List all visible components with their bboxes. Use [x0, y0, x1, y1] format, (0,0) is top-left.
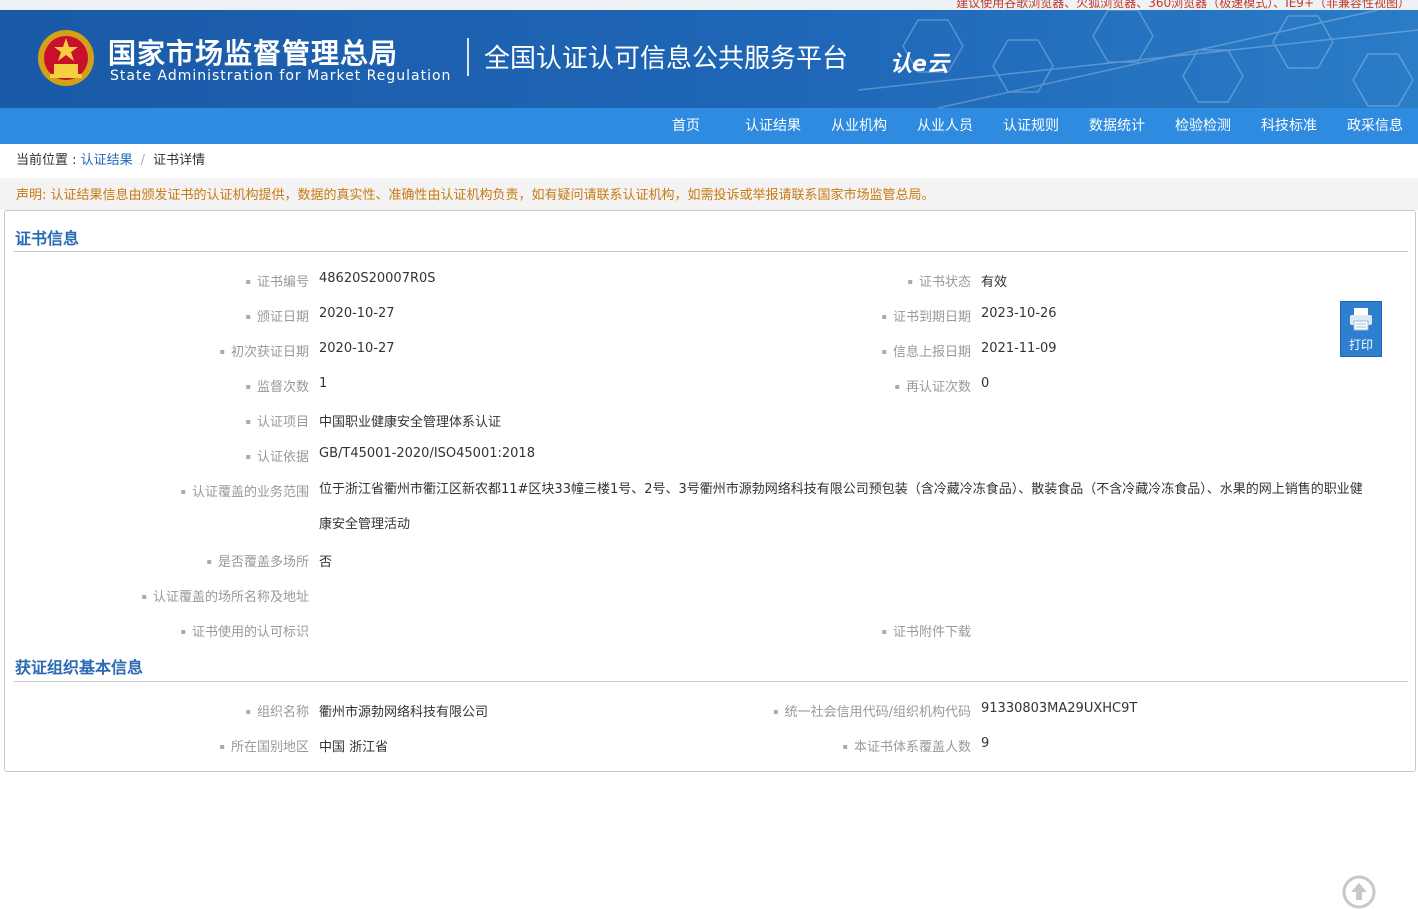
nav-item-statistics[interactable]: 数据统计: [1074, 108, 1160, 144]
label-report-date: 信息上报日期: [671, 341, 971, 360]
platform-title: 全国认证认可信息公共服务平台: [484, 44, 849, 74]
label-cert-status: 证书状态: [671, 271, 971, 290]
label-accreditation-mark: 证书使用的认可标识: [9, 621, 309, 640]
value-cert-basis: GB/T45001-2020/ISO45001:2018: [319, 446, 535, 461]
value-org-name: 衢州市源勃网络科技有限公司: [319, 705, 489, 720]
site-banner: 国家市场监督管理总局 State Administration for Mark…: [0, 10, 1418, 108]
value-headcount: 9: [981, 736, 990, 751]
breadcrumb: 当前位置 : 认证结果 / 证书详情: [16, 144, 205, 178]
label-cert-scope: 认证覆盖的业务范围: [9, 481, 309, 500]
main-nav: 首页 认证结果 从业机构 从业人员 认证规则 数据统计 检验检测 科技标准 政采…: [0, 108, 1418, 144]
nav-item-standards[interactable]: 科技标准: [1246, 108, 1332, 144]
value-cert-scope: 位于浙江省衢州市衢江区新农都11#区块33幢三楼1号、2号、3号衢州市源勃网络科…: [319, 482, 1363, 532]
value-multi-site: 否: [319, 555, 333, 570]
label-headcount: 本证书体系覆盖人数: [671, 736, 971, 755]
value-first-date: 2020-10-27: [319, 341, 395, 356]
nav-item-testing[interactable]: 检验检测: [1160, 108, 1246, 144]
nav-item-home[interactable]: 首页: [642, 108, 730, 144]
label-recert-count: 再认证次数: [671, 376, 971, 395]
label-expire-date: 证书到期日期: [671, 306, 971, 325]
breadcrumb-separator: /: [140, 153, 146, 168]
value-report-date: 2021-11-09: [981, 341, 1057, 356]
value-cert-project: 中国职业健康安全管理体系认证: [319, 415, 502, 430]
print-button[interactable]: 打印: [1340, 301, 1382, 357]
label-region: 所在国别地区: [9, 736, 309, 755]
label-attachment-download: 证书附件下载: [671, 621, 971, 640]
label-issue-date: 颁证日期: [9, 306, 309, 325]
breadcrumb-link-cert-results[interactable]: 认证结果: [81, 153, 133, 168]
org-name-cn: 国家市场监督管理总局: [108, 37, 399, 70]
value-cert-status: 有效: [981, 275, 1008, 290]
label-first-date: 初次获证日期: [9, 341, 309, 360]
nav-item-procurement[interactable]: 政采信息: [1332, 108, 1418, 144]
breadcrumb-prefix: 当前位置 :: [16, 153, 81, 168]
value-cert-no: 48620S20007R0S: [319, 271, 436, 286]
label-credit-code: 统一社会信用代码/组织机构代码: [671, 701, 971, 720]
nav-list: 首页 认证结果 从业机构 从业人员 认证规则 数据统计 检验检测 科技标准 政采…: [642, 108, 1418, 144]
section-title-org-info: 获证组织基本信息: [15, 658, 144, 677]
browser-notice: 建议使用谷歌浏览器、火狐浏览器、360浏览器（极速模式）、IE9+（非兼容性视图…: [956, 0, 1410, 10]
section-title-cert-info: 证书信息: [15, 229, 80, 248]
back-to-top-icon[interactable]: [1342, 875, 1376, 909]
value-supervision-count: 1: [319, 376, 328, 391]
breadcrumb-current: 证书详情: [153, 153, 206, 168]
browser-notice-strip: 建议使用谷歌浏览器、火狐浏览器、360浏览器（极速模式）、IE9+（非兼容性视图…: [0, 0, 1418, 10]
nav-item-cert-results[interactable]: 认证结果: [730, 108, 816, 144]
label-org-name: 组织名称: [9, 701, 309, 720]
value-expire-date: 2023-10-26: [981, 306, 1057, 321]
nav-item-institutions[interactable]: 从业机构: [816, 108, 902, 144]
nav-item-rules[interactable]: 认证规则: [988, 108, 1074, 144]
value-credit-code: 91330803MA29UXHC9T: [981, 701, 1138, 716]
label-site-list: 认证覆盖的场所名称及地址: [9, 586, 309, 605]
nav-item-personnel[interactable]: 从业人员: [902, 108, 988, 144]
section-divider: [14, 681, 1408, 682]
national-emblem-icon: [38, 30, 94, 86]
print-button-label: 打印: [1348, 338, 1373, 352]
certificate-detail-panel: 证书信息 证书编号 48620S20007R0S 证书状态 有效 颁证日期 20…: [4, 210, 1416, 909]
platform-logo: 认e云: [890, 52, 949, 77]
label-supervision-count: 监督次数: [9, 376, 309, 395]
printer-icon: [1350, 308, 1372, 331]
disclaimer-text: 声明: 认证结果信息由颁发证书的认证机构提供，数据的真实性、准确性由认证机构负责…: [16, 188, 935, 203]
value-region: 中国 浙江省: [319, 740, 389, 755]
label-cert-no: 证书编号: [9, 271, 309, 290]
disclaimer-bar: 声明: 认证结果信息由颁发证书的认证机构提供，数据的真实性、准确性由认证机构负责…: [0, 178, 1418, 210]
label-cert-project: 认证项目: [9, 411, 309, 430]
banner-divider: [467, 38, 469, 76]
value-issue-date: 2020-10-27: [319, 306, 395, 321]
label-cert-basis: 认证依据: [9, 446, 309, 465]
value-recert-count: 0: [981, 376, 990, 391]
org-name-en: State Administration for Market Regulati…: [110, 68, 452, 84]
section-divider: [14, 251, 1408, 252]
label-multi-site: 是否覆盖多场所: [9, 551, 309, 570]
